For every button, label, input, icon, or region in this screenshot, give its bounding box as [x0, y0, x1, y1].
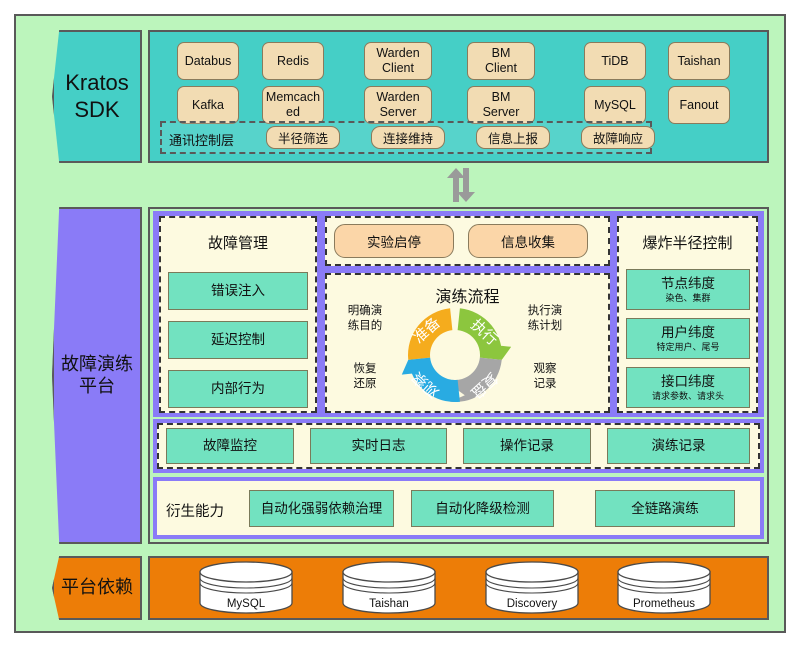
control-item-info-report[interactable]: 信息上报 [476, 126, 550, 149]
blast-item-node-dimension[interactable]: 节点纬度 染色、集群 [626, 269, 750, 310]
sdk-component-mysql[interactable]: MySQL [584, 86, 646, 124]
control-item-radius-filter[interactable]: 半径筛选 [266, 126, 340, 149]
derived-item-full-link-drill[interactable]: 全链路演练 [595, 490, 735, 527]
flow-note-observe-record: 观察 记录 [533, 363, 557, 390]
sdk-component-fanout[interactable]: Fanout [668, 86, 730, 124]
blast-radius-title: 爆炸半径控制 [642, 235, 733, 252]
monitor-item-fault-monitor[interactable]: 故障监控 [166, 428, 294, 464]
dependency-label-mysql: MySQL [226, 598, 266, 610]
control-item-fault-response[interactable]: 故障响应 [581, 126, 655, 149]
sdk-component-bm-client[interactable]: BM Client [467, 42, 535, 80]
sdk-component-tidb[interactable]: TiDB [584, 42, 646, 80]
derived-item-dependency-governance[interactable]: 自动化强弱依赖治理 [249, 490, 394, 527]
blast-item-node-sub: 染色、集群 [665, 293, 711, 304]
monitor-item-operation-record[interactable]: 操作记录 [463, 428, 591, 464]
derived-capability-label: 衍生能力 [166, 504, 224, 520]
derived-item-degradation-detection[interactable]: 自动化降级检测 [411, 490, 554, 527]
dependency-layer-tag: 平台依赖 [52, 556, 142, 620]
flow-note-execute-plan: 执行演 练计划 [527, 305, 563, 332]
platform-layer-tag: 故障演练 平台 [52, 207, 142, 544]
sdk-component-memcached[interactable]: Memcach ed [262, 86, 324, 124]
blast-item-node-label: 节点纬度 [661, 275, 715, 291]
communication-control-label: 通讯控制层 [169, 133, 235, 148]
sdk-component-warden-client[interactable]: Warden Client [364, 42, 432, 80]
fault-item-internal-behavior[interactable]: 内部行为 [168, 370, 308, 408]
dependency-label-prometheus: Prometheus [632, 598, 695, 610]
blast-item-user-dimension[interactable]: 用户纬度 特定用户、尾号 [626, 318, 750, 359]
sdk-component-warden-server[interactable]: Warden Server [364, 86, 432, 124]
blast-item-api-dimension[interactable]: 接口纬度 请求参数、请求头 [626, 367, 750, 408]
sdk-layer-tag: Kratos SDK [52, 30, 142, 163]
fault-item-latency-control[interactable]: 延迟控制 [168, 321, 308, 359]
sdk-component-redis[interactable]: Redis [262, 42, 324, 80]
blast-item-user-sub: 特定用户、尾号 [656, 342, 720, 353]
fault-management-title: 故障管理 [207, 235, 268, 252]
fault-item-error-injection[interactable]: 错误注入 [168, 272, 308, 310]
info-collection-button[interactable]: 信息收集 [468, 224, 588, 258]
sdk-component-taishan[interactable]: Taishan [668, 42, 730, 80]
sdk-component-databus[interactable]: Databus [177, 42, 239, 80]
flow-note-purpose: 明确演 练目的 [347, 305, 383, 332]
blast-item-user-label: 用户纬度 [661, 324, 715, 340]
diagram-canvas: Kratos SDK Databus Redis Warden Client B… [0, 0, 811, 657]
monitor-item-drill-record[interactable]: 演练记录 [607, 428, 750, 464]
control-item-connection-keepalive[interactable]: 连接维持 [371, 126, 445, 149]
experiment-start-stop-button[interactable]: 实验启停 [334, 224, 454, 258]
dependency-label-discovery: Discovery [506, 598, 558, 610]
blast-item-api-sub: 请求参数、请求头 [651, 391, 724, 402]
dependency-label-taishan: Taishan [369, 598, 409, 610]
drill-flow-wheel: 准备 执行 复盘 观察 [401, 308, 511, 402]
flow-note-restore: 恢复 还原 [353, 363, 377, 390]
bidirectional-arrow-icon [447, 168, 475, 202]
sdk-component-kafka[interactable]: Kafka [177, 86, 239, 124]
blast-item-api-label: 接口纬度 [661, 373, 715, 389]
monitor-item-realtime-log[interactable]: 实时日志 [310, 428, 447, 464]
sdk-component-bm-server[interactable]: BM Server [467, 86, 535, 124]
